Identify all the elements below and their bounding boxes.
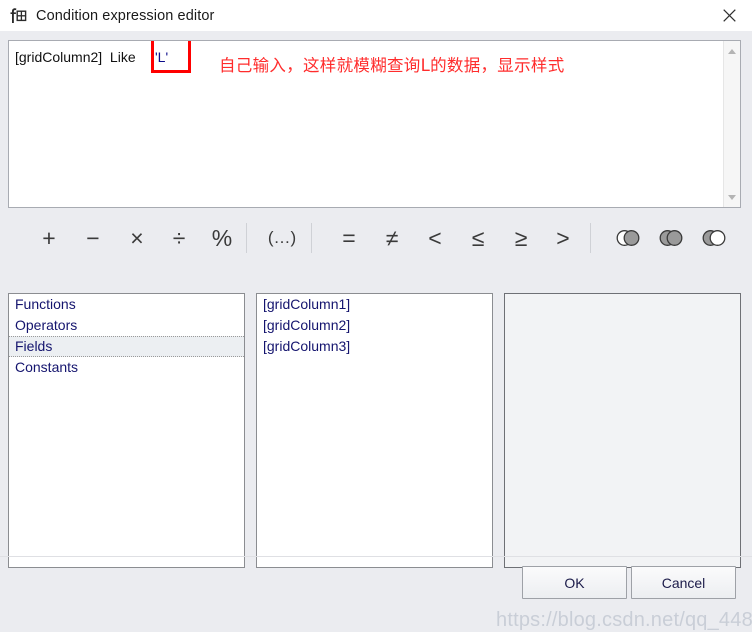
percent-icon[interactable]: % <box>203 216 241 260</box>
greater-than-icon[interactable]: > <box>544 216 582 260</box>
less-than-icon[interactable]: < <box>416 216 454 260</box>
parenthesis-icon[interactable]: (…) <box>263 216 301 260</box>
window-title-bar: Condition expression editor <box>0 0 752 31</box>
venn-or-icon[interactable] <box>652 216 690 260</box>
expression-scrollbar[interactable] <box>723 41 740 207</box>
operator-toolbar: + − × ÷ % (…) = ≠ < ≤ ≥ > <box>8 216 741 262</box>
not-equals-icon[interactable]: ≠ <box>373 216 411 260</box>
multiply-icon[interactable]: × <box>118 216 156 260</box>
field-list-item[interactable]: [gridColumn1] <box>257 294 492 315</box>
scroll-up-arrow[interactable] <box>724 43 740 59</box>
description-panel <box>504 293 741 568</box>
highlight-annotation-box <box>151 41 191 73</box>
cancel-button[interactable]: Cancel <box>631 566 736 599</box>
toolbar-separator <box>590 223 591 253</box>
toolbar-separator <box>311 223 312 253</box>
field-list-item[interactable]: [gridColumn2] <box>257 315 492 336</box>
expression-text: [gridColumn2] Like <box>15 49 140 65</box>
field-list[interactable]: [gridColumn1] [gridColumn2] [gridColumn3… <box>256 293 493 568</box>
watermark-text: https://blog.csdn.net/qq_44858151 <box>496 609 752 631</box>
expression-editor[interactable]: [gridColumn2] Like 'L' 自己输入，这样就模糊查询L的数据，… <box>8 40 741 208</box>
category-list-item-selected[interactable]: Fields <box>9 336 244 357</box>
less-or-equal-icon[interactable]: ≤ <box>459 216 497 260</box>
category-list-item[interactable]: Operators <box>9 315 244 336</box>
window-title: Condition expression editor <box>36 7 215 24</box>
venn-and-icon[interactable] <box>609 216 647 260</box>
equals-icon[interactable]: = <box>330 216 368 260</box>
annotation-text: 自己输入，这样就模糊查询L的数据，显示样式 <box>219 56 565 75</box>
category-list-item[interactable]: Functions <box>9 294 244 315</box>
footer-divider <box>0 556 752 557</box>
dialog-body: [gridColumn2] Like 'L' 自己输入，这样就模糊查询L的数据，… <box>0 31 752 631</box>
scroll-down-arrow[interactable] <box>724 189 740 205</box>
field-list-item[interactable]: [gridColumn3] <box>257 336 492 357</box>
greater-or-equal-icon[interactable]: ≥ <box>502 216 540 260</box>
ok-button[interactable]: OK <box>522 566 627 599</box>
category-list[interactable]: Functions Operators Fields Constants <box>8 293 245 568</box>
close-icon[interactable] <box>706 0 752 31</box>
category-list-item[interactable]: Constants <box>9 357 244 378</box>
divide-icon[interactable]: ÷ <box>160 216 198 260</box>
minus-icon[interactable]: − <box>74 216 112 260</box>
venn-not-icon[interactable] <box>695 216 733 260</box>
function-editor-icon <box>7 5 29 27</box>
toolbar-separator <box>246 223 247 253</box>
plus-icon[interactable]: + <box>30 216 68 260</box>
